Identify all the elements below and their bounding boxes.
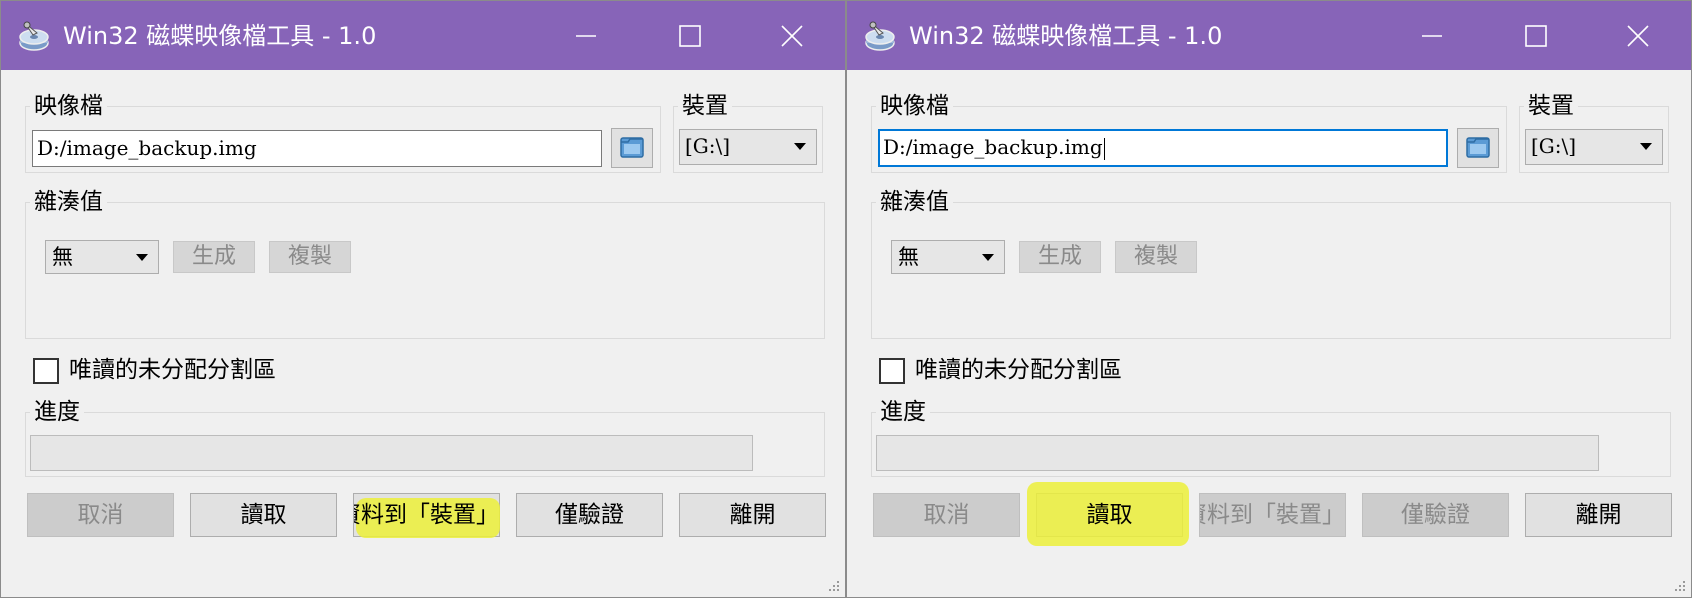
progress-bar xyxy=(876,435,1599,471)
image-file-value: D:/image_backup.img xyxy=(37,136,257,160)
image-file-input[interactable]: D:/image_backup.img xyxy=(878,129,1448,167)
read-label: 讀取 xyxy=(1086,502,1133,528)
generate-button[interactable]: 生成 xyxy=(173,241,255,273)
device-value: [G:\] xyxy=(1531,134,1577,158)
write-label: 寫入資料到「裝置」 xyxy=(1200,502,1345,528)
app-window-left: Win32 磁蝶映像檔工具 - 1.0 映像檔 D:/image_backup.… xyxy=(0,0,846,598)
maximize-icon[interactable] xyxy=(669,15,711,57)
hash-type-value: 無 xyxy=(898,245,919,269)
chevron-down-icon xyxy=(1640,143,1652,150)
readonly-checkbox[interactable] xyxy=(33,358,59,384)
minimize-icon[interactable] xyxy=(1411,15,1453,57)
readonly-label: 唯讀的未分配分割區 xyxy=(915,357,1122,383)
chevron-down-icon xyxy=(982,254,994,261)
exit-label: 離開 xyxy=(729,502,776,528)
exit-button[interactable]: 離開 xyxy=(1525,493,1672,537)
close-icon[interactable] xyxy=(771,15,813,57)
browse-button[interactable] xyxy=(611,128,653,168)
device-label: 裝置 xyxy=(1528,93,1574,119)
write-label: 寫入資料到「裝置」 xyxy=(354,502,499,528)
read-button[interactable]: 讀取 xyxy=(190,493,337,537)
verify-label: 僅驗證 xyxy=(555,502,624,528)
readonly-label: 唯讀的未分配分割區 xyxy=(69,357,276,383)
exit-button[interactable]: 離開 xyxy=(679,493,826,537)
title-bar[interactable]: Win32 磁蝶映像檔工具 - 1.0 xyxy=(1,1,845,70)
folder-icon xyxy=(620,137,644,158)
image-file-label: 映像檔 xyxy=(34,93,103,119)
maximize-icon[interactable] xyxy=(1515,15,1557,57)
hash-type-select[interactable]: 無 xyxy=(891,240,1005,274)
cancel-label: 取消 xyxy=(77,502,124,528)
app-window-right: Win32 磁蝶映像檔工具 - 1.0 映像檔 D:/image_backup.… xyxy=(846,0,1692,598)
image-file-label: 映像檔 xyxy=(880,93,949,119)
folder-icon xyxy=(1466,137,1490,158)
read-button[interactable]: 讀取 xyxy=(1027,482,1189,546)
verify-label: 僅驗證 xyxy=(1401,502,1470,528)
read-label: 讀取 xyxy=(240,502,287,528)
copy-button[interactable]: 複製 xyxy=(269,241,351,273)
disk-app-icon xyxy=(865,21,895,51)
progress-bar xyxy=(30,435,753,471)
close-icon[interactable] xyxy=(1617,15,1659,57)
image-file-input[interactable]: D:/image_backup.img xyxy=(32,130,602,167)
cancel-button[interactable]: 取消 xyxy=(873,493,1020,537)
hash-label: 雜湊值 xyxy=(34,189,103,215)
device-select[interactable]: [G:\] xyxy=(679,129,817,165)
device-select[interactable]: [G:\] xyxy=(1525,129,1663,165)
window-title: Win32 磁蝶映像檔工具 - 1.0 xyxy=(909,22,1223,50)
minimize-icon[interactable] xyxy=(565,15,607,57)
hash-type-select[interactable]: 無 xyxy=(45,240,159,274)
chevron-down-icon xyxy=(136,254,148,261)
hash-label: 雜湊值 xyxy=(880,189,949,215)
resize-grip-icon[interactable] xyxy=(827,579,841,593)
exit-label: 離開 xyxy=(1575,502,1622,528)
resize-grip-icon[interactable] xyxy=(1673,579,1687,593)
cancel-label: 取消 xyxy=(923,502,970,528)
device-value: [G:\] xyxy=(685,134,731,158)
readonly-checkbox[interactable] xyxy=(879,358,905,384)
verify-button[interactable]: 僅驗證 xyxy=(1362,493,1509,537)
progress-label: 進度 xyxy=(880,399,926,425)
cancel-button[interactable]: 取消 xyxy=(27,493,174,537)
hash-type-value: 無 xyxy=(52,245,73,269)
copy-button[interactable]: 複製 xyxy=(1115,241,1197,273)
window-title: Win32 磁蝶映像檔工具 - 1.0 xyxy=(63,22,377,50)
browse-button[interactable] xyxy=(1457,128,1499,168)
progress-label: 進度 xyxy=(34,399,80,425)
disk-app-icon xyxy=(19,21,49,51)
text-caret xyxy=(1103,137,1105,160)
generate-button[interactable]: 生成 xyxy=(1019,241,1101,273)
write-button[interactable]: 寫入資料到「裝置」 xyxy=(353,493,500,538)
device-label: 裝置 xyxy=(682,93,728,119)
verify-button[interactable]: 僅驗證 xyxy=(516,493,663,537)
image-file-value: D:/image_backup.img xyxy=(883,135,1103,159)
chevron-down-icon xyxy=(794,143,806,150)
write-button[interactable]: 寫入資料到「裝置」 xyxy=(1199,493,1346,537)
title-bar[interactable]: Win32 磁蝶映像檔工具 - 1.0 xyxy=(847,1,1691,70)
